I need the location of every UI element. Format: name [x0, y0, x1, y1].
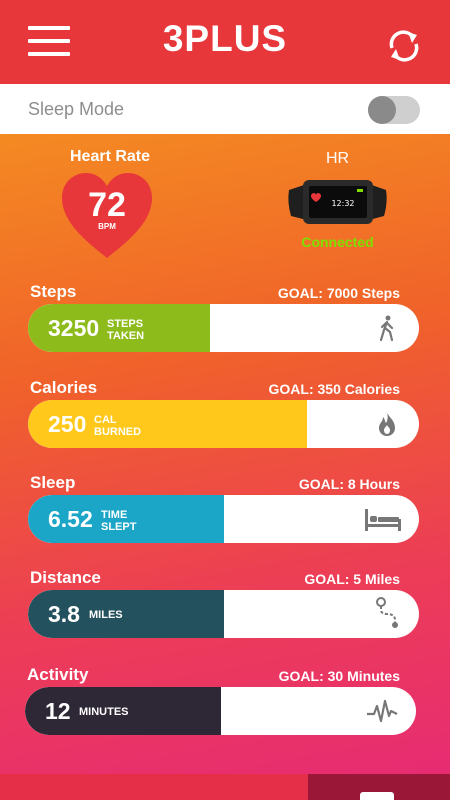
calories-value: 250 — [48, 411, 87, 437]
sleep-mode-toggle[interactable] — [368, 96, 420, 124]
fitness-band-image: 12:32 — [288, 180, 387, 224]
steps-unit: STEPS TAKEN — [107, 318, 145, 342]
bottom-tab[interactable] — [308, 774, 450, 800]
sleep-progress-bar[interactable]: 6.52 TIME SLEPT — [28, 495, 419, 543]
bed-icon — [365, 509, 401, 531]
activity-label: Activity — [27, 665, 89, 684]
calories-label: Calories — [30, 378, 98, 397]
activity-unit: MINUTES — [79, 706, 129, 718]
steps-value: 3250 — [48, 315, 100, 341]
activity-value: 12 — [45, 698, 71, 724]
sleep-label: Sleep — [30, 473, 76, 492]
app-logo: 3PLUS — [162, 18, 288, 59]
sleep-value: 6.52 — [48, 506, 93, 532]
activity-progress-bar[interactable]: 12 MINUTES — [25, 687, 416, 735]
heartbeat-icon — [367, 699, 398, 723]
device-screen-time: 12:32 — [331, 199, 354, 208]
device-status: Connected — [301, 234, 374, 250]
sleep-goal: GOAL: 8 Hours — [298, 476, 400, 492]
distance-label: Distance — [30, 568, 101, 587]
device-title: HR — [325, 150, 350, 167]
heart-rate-title: Heart Rate — [69, 148, 151, 165]
calories-unit: CAL BURNED — [94, 414, 142, 438]
toggle-knob — [368, 96, 396, 124]
sleep-unit: TIME SLEPT — [101, 509, 137, 533]
dashboard: Heart Rate 72 BPM HR 12:32 Connected Ste… — [0, 134, 450, 774]
steps-label: Steps — [30, 282, 77, 301]
distance-progress-bar[interactable]: 3.8 MILES — [28, 590, 419, 638]
bottom-bar — [0, 774, 450, 800]
distance-unit: MILES — [89, 609, 123, 621]
steps-goal: GOAL: 7000 Steps — [277, 285, 400, 301]
sync-icon[interactable] — [386, 28, 422, 64]
sleep-mode-label: Sleep Mode — [28, 99, 125, 119]
activity-goal: GOAL: 30 Minutes — [278, 668, 400, 684]
distance-goal: GOAL: 5 Miles — [304, 571, 400, 587]
distance-value: 3.8 — [48, 601, 80, 627]
walking-person-icon — [379, 315, 394, 342]
steps-progress-bar[interactable]: 3250 STEPS TAKEN — [28, 304, 419, 352]
tab-indicator — [360, 792, 394, 800]
sleep-mode-row: Sleep Mode — [0, 84, 450, 134]
route-icon — [376, 597, 398, 628]
heart-rate-value: 72 — [88, 186, 126, 224]
calories-progress-bar[interactable]: 250 CAL BURNED — [28, 400, 419, 448]
calories-goal: GOAL: 350 Calories — [268, 381, 401, 397]
heart-rate-unit: BPM — [98, 222, 116, 231]
top-bar: 3PLUS — [0, 0, 450, 84]
flame-icon — [379, 412, 395, 436]
